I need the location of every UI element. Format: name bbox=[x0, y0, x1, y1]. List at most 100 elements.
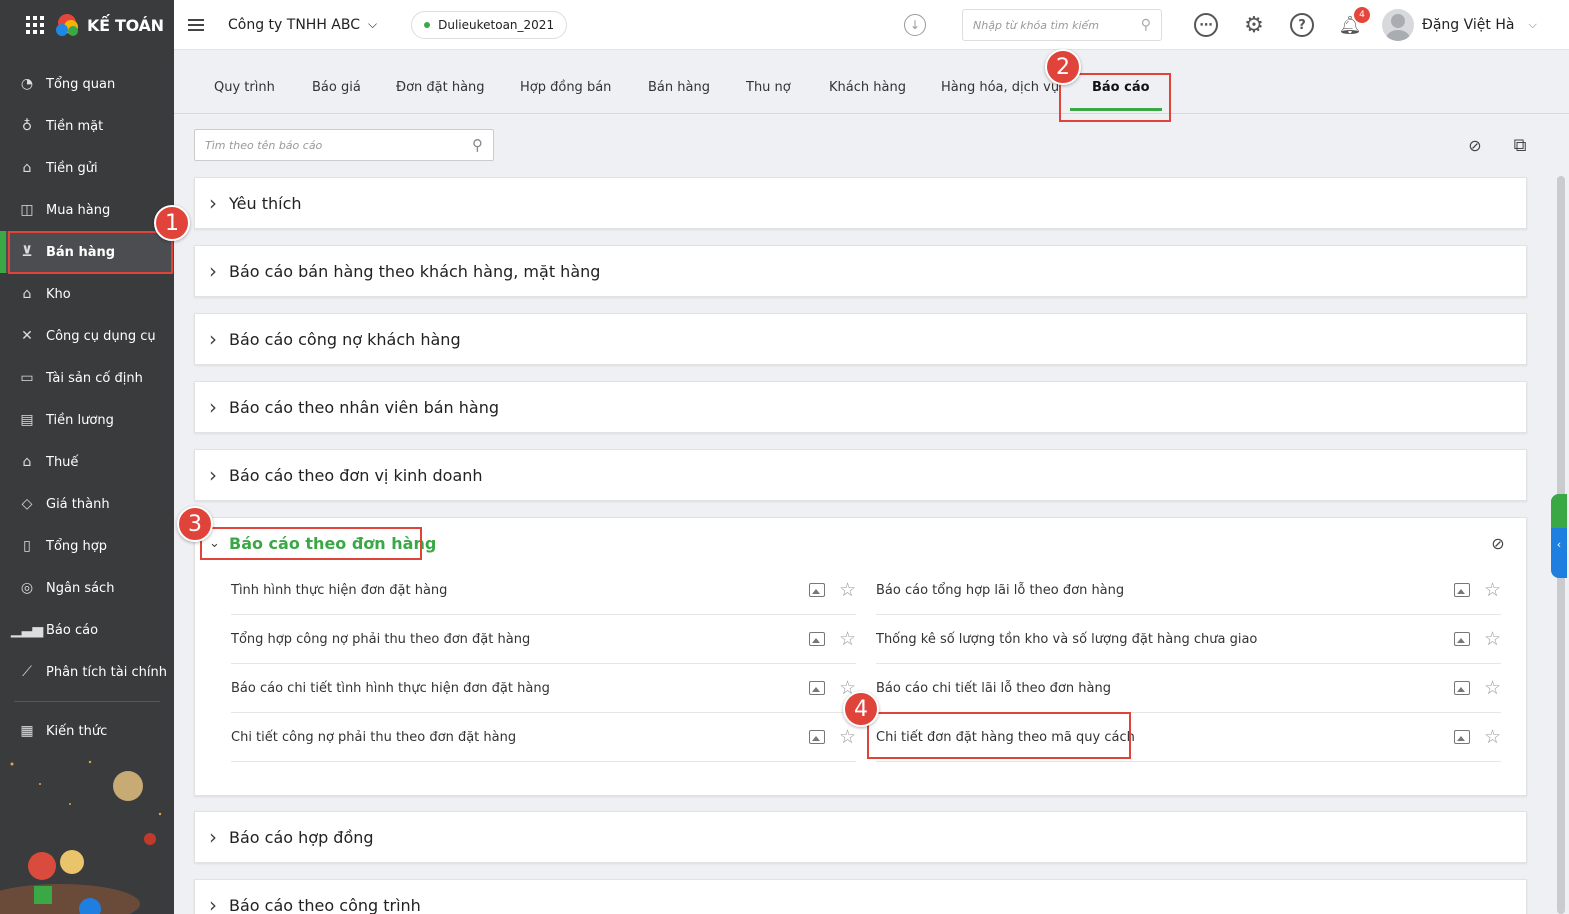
report-group-header[interactable]: › Báo cáo theo công trình bbox=[195, 880, 1526, 914]
report-item-label[interactable]: Tình hình thực hiện đơn đặt hàng bbox=[231, 583, 447, 598]
sidebar-item-3[interactable]: ◫ Mua hàng bbox=[0, 189, 174, 231]
tab-3[interactable]: Hợp đồng bán bbox=[520, 80, 611, 95]
sidebar-item-11[interactable]: ▯ Tổng hợp bbox=[0, 525, 174, 567]
preview-image-icon[interactable] bbox=[1453, 681, 1470, 695]
report-group-header[interactable]: › Báo cáo theo nhân viên bán hàng bbox=[195, 382, 1526, 432]
report-item-label[interactable]: Báo cáo tổng hợp lãi lỗ theo đơn hàng bbox=[876, 583, 1124, 598]
report-group-3[interactable]: › Báo cáo theo nhân viên bán hàng bbox=[194, 381, 1527, 433]
report-item[interactable]: Thống kê số lượng tồn kho và số lượng đặ… bbox=[876, 615, 1501, 664]
report-group-header[interactable]: › Yêu thích bbox=[195, 178, 1526, 228]
preview-image-icon[interactable] bbox=[808, 681, 825, 695]
chevron-right-icon[interactable]: › bbox=[209, 825, 219, 849]
report-item[interactable]: Báo cáo chi tiết lãi lỗ theo đơn hàng ☆ bbox=[876, 664, 1501, 713]
report-item[interactable]: Tình hình thực hiện đơn đặt hàng ☆ bbox=[231, 566, 856, 615]
report-column-left: Tình hình thực hiện đơn đặt hàng ☆ Tổng hợ… bbox=[231, 566, 856, 762]
chevron-right-icon[interactable]: › bbox=[209, 463, 219, 487]
sidebar-item-13[interactable]: ▁▃▅ Báo cáo bbox=[0, 609, 174, 651]
sidebar-item-label: Tiền mặt bbox=[46, 118, 104, 134]
tab-2[interactable]: Đơn đặt hàng bbox=[396, 80, 485, 95]
global-search-placeholder: Nhập từ khóa tìm kiếm bbox=[973, 18, 1100, 32]
tab-0[interactable]: Quy trình bbox=[214, 80, 275, 95]
preview-image-icon[interactable] bbox=[808, 583, 825, 597]
star-icon[interactable]: ☆ bbox=[1484, 580, 1501, 600]
report-group-6[interactable]: › Báo cáo hợp đồng bbox=[194, 811, 1527, 863]
star-icon[interactable]: ☆ bbox=[1484, 727, 1501, 747]
report-group-7[interactable]: › Báo cáo theo công trình bbox=[194, 879, 1527, 914]
report-item-label[interactable]: Chi tiết công nợ phải thu theo đơn đặt h… bbox=[231, 730, 516, 745]
preview-image-icon[interactable] bbox=[1453, 583, 1470, 597]
sidebar-item-6[interactable]: ✕ Công cụ dụng cụ bbox=[0, 315, 174, 357]
user-menu[interactable]: Đặng Việt Hà ⌵ bbox=[1382, 9, 1537, 41]
chevron-right-icon[interactable]: › bbox=[209, 395, 219, 419]
chevron-right-icon[interactable]: › bbox=[209, 327, 219, 351]
report-item[interactable]: Báo cáo tổng hợp lãi lỗ theo đơn hàng ☆ bbox=[876, 566, 1501, 615]
report-item[interactable]: Chi tiết công nợ phải thu theo đơn đặt h… bbox=[231, 713, 856, 762]
collapse-all-icon[interactable]: ⧉ bbox=[1509, 134, 1531, 156]
bell-icon[interactable]: 🔔︎ 4 bbox=[1336, 7, 1370, 39]
database-selector[interactable]: Dulieuketoan_2021 bbox=[411, 10, 568, 39]
report-search-input[interactable]: Tìm theo tên báo cáo ⚲ bbox=[194, 129, 494, 161]
chevron-right-icon[interactable]: › bbox=[209, 191, 219, 215]
report-item-label[interactable]: Báo cáo chi tiết tình hình thực hiện đơn… bbox=[231, 681, 550, 696]
tab-1[interactable]: Báo giá bbox=[312, 80, 361, 95]
sidebar-item-label: Ngân sách bbox=[46, 580, 115, 596]
chevron-right-icon[interactable]: › bbox=[209, 259, 219, 283]
report-item[interactable]: Tổng hợp công nợ phải thu theo đơn đặt h… bbox=[231, 615, 856, 664]
sidebar-item-1[interactable]: ♁ Tiền mặt bbox=[0, 105, 174, 147]
sidebar-item-14[interactable]: ⟋ Phân tích tài chính bbox=[0, 651, 174, 693]
global-search-input[interactable]: Nhập từ khóa tìm kiếm ⚲ bbox=[962, 9, 1162, 41]
report-group-header[interactable]: › Báo cáo theo đơn vị kinh doanh bbox=[195, 450, 1526, 500]
star-icon[interactable]: ☆ bbox=[1484, 629, 1501, 649]
search-icon[interactable]: ⚲ bbox=[472, 136, 483, 154]
apps-grid-icon[interactable] bbox=[26, 16, 44, 34]
report-group-0[interactable]: › Yêu thích bbox=[194, 177, 1527, 229]
report-item-label[interactable]: Thống kê số lượng tồn kho và số lượng đặ… bbox=[876, 632, 1257, 647]
preview-image-icon[interactable] bbox=[808, 730, 825, 744]
help-icon[interactable]: ? bbox=[1288, 11, 1316, 39]
sidebar-item-2[interactable]: ⌂ Tiền gửi bbox=[0, 147, 174, 189]
more-options-icon[interactable]: ⋯ bbox=[1192, 11, 1220, 39]
tab-4[interactable]: Bán hàng bbox=[648, 80, 710, 95]
report-group-4[interactable]: › Báo cáo theo đơn vị kinh doanh bbox=[194, 449, 1527, 501]
star-icon[interactable]: ☆ bbox=[839, 580, 856, 600]
star-icon[interactable]: ☆ bbox=[839, 727, 856, 747]
preview-image-icon[interactable] bbox=[808, 632, 825, 646]
report-group-2[interactable]: › Báo cáo công nợ khách hàng bbox=[194, 313, 1527, 365]
sidebar-item-9[interactable]: ⌂ Thuế bbox=[0, 441, 174, 483]
star-icon[interactable]: ☆ bbox=[1484, 678, 1501, 698]
highlight-group-don-hang bbox=[200, 527, 422, 560]
report-group-header[interactable]: › Báo cáo công nợ khách hàng bbox=[195, 314, 1526, 364]
eye-off-icon[interactable]: ⊘ bbox=[1464, 134, 1486, 156]
side-panel-toggle[interactable]: ‹ bbox=[1551, 494, 1567, 578]
report-group-header[interactable]: › Báo cáo bán hàng theo khách hàng, mặt h… bbox=[195, 246, 1526, 296]
sidebar-item-10[interactable]: ◇ Giá thành bbox=[0, 483, 174, 525]
report-item-label[interactable]: Báo cáo chi tiết lãi lỗ theo đơn hàng bbox=[876, 681, 1111, 696]
preview-image-icon[interactable] bbox=[1453, 632, 1470, 646]
sidebar-item-15[interactable]: ▦ Kiến thức bbox=[0, 710, 174, 752]
menu-icon[interactable] bbox=[188, 18, 204, 31]
preview-image-icon[interactable] bbox=[1453, 730, 1470, 744]
star-icon[interactable]: ☆ bbox=[839, 629, 856, 649]
report-item[interactable]: Báo cáo chi tiết tình hình thực hiện đơn… bbox=[231, 664, 856, 713]
tab-6[interactable]: Khách hàng bbox=[829, 80, 906, 95]
search-icon[interactable]: ⚲ bbox=[1141, 17, 1151, 33]
gear-icon[interactable]: ⚙ bbox=[1240, 11, 1268, 39]
chevron-right-icon[interactable]: › bbox=[209, 893, 219, 914]
tab-7[interactable]: Hàng hóa, dịch vụ bbox=[941, 80, 1059, 95]
sidebar-item-12[interactable]: ◎ Ngân sách bbox=[0, 567, 174, 609]
download-icon[interactable]: ↓ bbox=[904, 14, 926, 36]
sidebar-item-5[interactable]: ⌂ Kho bbox=[0, 273, 174, 315]
report-group-header[interactable]: › Báo cáo hợp đồng bbox=[195, 812, 1526, 862]
report-group-1[interactable]: › Báo cáo bán hàng theo khách hàng, mặt h… bbox=[194, 245, 1527, 297]
report-item-actions: ☆ bbox=[1453, 678, 1501, 698]
tab-5[interactable]: Thu nợ bbox=[746, 80, 791, 95]
sidebar-item-7[interactable]: ▭ Tài sản cố định bbox=[0, 357, 174, 399]
report-item-label[interactable]: Tổng hợp công nợ phải thu theo đơn đặt h… bbox=[231, 632, 530, 647]
sidebar-item-label: Báo cáo bbox=[46, 622, 99, 638]
report-group-title: Báo cáo công nợ khách hàng bbox=[229, 329, 461, 349]
company-selector[interactable]: Công ty TNHH ABC ⌵ bbox=[228, 17, 377, 33]
sidebar-item-8[interactable]: ▤ Tiền lương bbox=[0, 399, 174, 441]
bank-icon: ⌂ bbox=[22, 160, 32, 176]
eye-off-icon[interactable]: ⊘ bbox=[1487, 532, 1509, 554]
sidebar-item-0[interactable]: ◔ Tổng quan bbox=[0, 63, 174, 105]
